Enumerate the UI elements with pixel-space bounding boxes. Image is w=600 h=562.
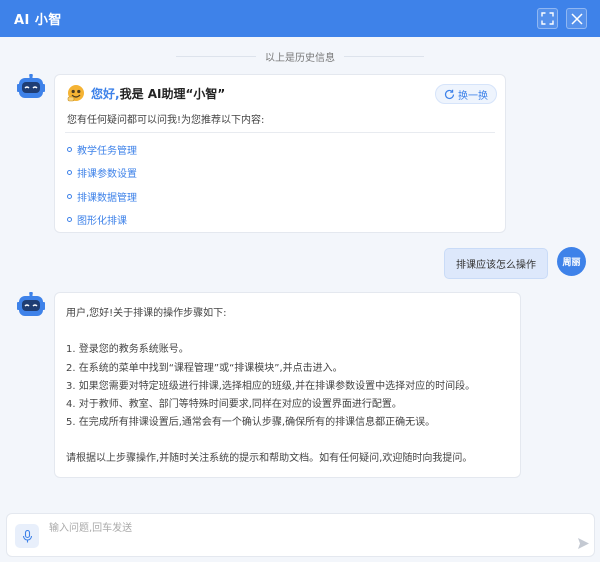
refresh-icon xyxy=(444,89,455,99)
greeting-hi: 您好, xyxy=(91,86,120,101)
reply-line: 请根据以上步骤操作,并随时关注系统的提示和帮助文档。如有任何疑问,欢迎随时向我提… xyxy=(66,453,473,464)
suggestion-item[interactable]: 图形化排课 xyxy=(67,212,127,227)
composer xyxy=(6,513,595,557)
reply-line: 用户,您好!关于排课的操作步骤如下: xyxy=(66,308,227,319)
user-message-bubble: 排课应该怎么操作 xyxy=(444,248,548,279)
bot-reply-card: 用户,您好!关于排课的操作步骤如下: 1. 登录您的教务系统账号。 2. 在系统… xyxy=(54,292,521,478)
expand-icon xyxy=(541,12,554,25)
suggestion-item[interactable]: 排课数据管理 xyxy=(67,189,137,204)
swap-button[interactable]: 换一换 xyxy=(435,84,497,104)
mic-icon xyxy=(22,529,32,542)
avatar: 周丽 xyxy=(557,247,586,276)
window-title: AI 小智 xyxy=(14,13,62,28)
emoji-icon xyxy=(67,85,84,102)
expand-button[interactable] xyxy=(537,8,558,29)
send-icon xyxy=(577,537,589,549)
voice-input-button[interactable] xyxy=(15,524,39,548)
welcome-card: 您好, 我是 AI助理“小智” 换一换 您有任何疑问都可以问我!为您推荐以下内容… xyxy=(54,74,506,233)
reply-line: 1. 登录您的教务系统账号。 xyxy=(66,344,189,355)
welcome-separator xyxy=(65,132,495,133)
welcome-greeting: 您好, 我是 AI助理“小智” xyxy=(67,84,225,102)
message-input[interactable] xyxy=(49,520,549,536)
suggestion-item[interactable]: 教学任务管理 xyxy=(67,142,137,157)
swap-label: 换一换 xyxy=(458,90,488,102)
reply-line: 3. 如果您需要对特定班级进行排课,选择相应的班级,并在排课参数设置中选择对应的… xyxy=(66,381,476,392)
close-icon xyxy=(570,12,583,25)
robot-avatar-icon xyxy=(17,292,45,316)
reply-line: 5. 在完成所有排课设置后,通常会有一个确认步骤,确保所有的排课信息都正确无误。 xyxy=(66,417,436,428)
history-note: 以上是历史信息 xyxy=(0,49,600,64)
reply-line: 4. 对于教师、教室、部门等特殊时间要求,同样在对应的设置界面进行配置。 xyxy=(66,399,402,410)
reply-line: 2. 在系统的菜单中找到“课程管理”或“排课模块”,并点击进入。 xyxy=(66,363,343,374)
title-bar: AI 小智 xyxy=(0,0,600,37)
send-button[interactable] xyxy=(576,536,590,550)
robot-avatar-icon xyxy=(17,74,45,98)
chat-window: AI 小智 以上是历史信息 您好, 我是 AI助理“小智” 换一换 您有任何疑问… xyxy=(0,0,600,562)
close-button[interactable] xyxy=(566,8,587,29)
suggestion-item[interactable]: 排课参数设置 xyxy=(67,165,137,180)
greeting-rest: 我是 AI助理“小智” xyxy=(119,86,226,101)
welcome-intro: 您有任何疑问都可以问我!为您推荐以下内容: xyxy=(67,115,265,126)
